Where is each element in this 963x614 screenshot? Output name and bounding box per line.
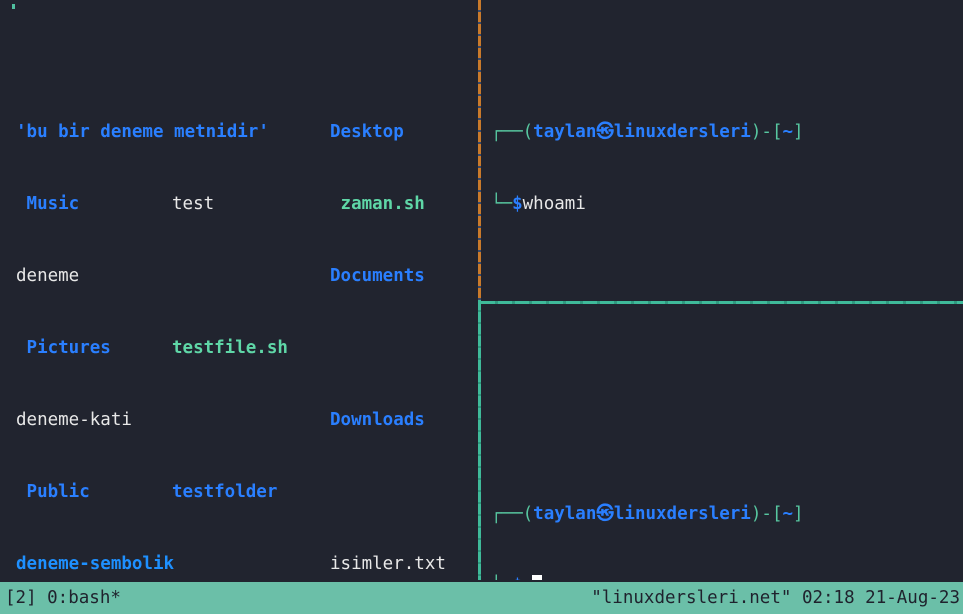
prompt-corner-top: ┌── — [491, 504, 523, 524]
ls-entry[interactable]: deneme-sembolik — [16, 552, 174, 576]
prompt-hostname: linuxdersleri — [613, 122, 751, 142]
prompt-username: taylan — [533, 504, 597, 524]
prompt-path-close: ] — [793, 122, 804, 142]
prompt-username: taylan — [533, 122, 597, 142]
shell-prompt: ┌──(taylan㉿linuxdersleri)-[~] └─$ — [485, 454, 963, 580]
ls-entry[interactable]: Documents — [330, 264, 425, 288]
tmux-status-right: "linuxdersleri.net" 02:18 21-Aug-23 — [591, 588, 960, 608]
ls-entry[interactable]: Downloads — [330, 408, 425, 432]
ls-row: deneme-sembolik isimler.txt — [0, 552, 474, 576]
ls-entry[interactable]: Music — [16, 192, 80, 216]
pane-top-right-whoami[interactable]: ┌──(taylan㉿linuxdersleri)-[~] └─$whoami … — [485, 0, 963, 296]
prompt-path-close: ] — [793, 504, 804, 524]
tmux-status-left[interactable]: [2] 0:bash* — [0, 582, 121, 614]
prompt-bottom-line: └─$whoami — [485, 192, 963, 216]
prompt-top-line: ┌──(taylan㉿linuxdersleri)-[~] — [485, 502, 963, 526]
ls-row: Pictures testfile.sh — [0, 336, 474, 360]
ls-entry[interactable]: testfile.sh — [172, 336, 288, 360]
ls-output: 'bu bir deneme metnidir' Desktop Music t… — [0, 72, 474, 580]
ls-entry[interactable]: Public — [16, 480, 90, 504]
ls-entry[interactable]: deneme-kati — [16, 408, 132, 432]
ls-entry[interactable]: Desktop — [330, 120, 404, 144]
prompt-top-line: ┌──(taylan㉿linuxdersleri)-[~] — [485, 120, 963, 144]
prompt-hostname: linuxdersleri — [613, 504, 751, 524]
prompt-path: ~ — [782, 122, 794, 142]
ls-entry[interactable]: testfolder — [172, 480, 277, 504]
pane-left-ls[interactable]: 'bu bir deneme metnidir' Desktop Music t… — [0, 0, 474, 580]
prompt-open-paren: ( — [522, 122, 534, 142]
text-cursor — [531, 575, 542, 580]
ls-row: Music test zaman.sh — [0, 192, 474, 216]
prompt-bottom-line: └─$ — [485, 574, 963, 580]
pane-separator-vertical-lower[interactable] — [478, 300, 481, 580]
ls-row: Public testfolder — [0, 480, 474, 504]
pane-bottom-right-active[interactable]: ┌──(taylan㉿linuxdersleri)-[~] └─$ — [485, 310, 963, 580]
ls-entry[interactable]: zaman.sh — [330, 192, 425, 216]
prompt-corner-bottom: └─ — [491, 576, 512, 580]
ls-row: deneme Documents — [0, 264, 474, 288]
prompt-dollar: $ — [512, 576, 523, 580]
ls-entry[interactable]: test — [172, 192, 214, 216]
prompt-corner-bottom: └─ — [491, 194, 513, 214]
prompt-close-paren: ) — [750, 504, 762, 524]
prompt-close-paren: ) — [750, 122, 762, 142]
pane-separator-horizontal[interactable] — [481, 301, 963, 304]
ls-entry[interactable]: isimler.txt — [330, 552, 446, 576]
ls-row: deneme-kati Downloads — [0, 408, 474, 432]
kali-dragon-icon: ㉿ — [596, 504, 614, 524]
shell-prompt: ┌──(taylan㉿linuxdersleri)-[~] └─$whoami — [485, 72, 963, 264]
prompt-open-paren: ( — [522, 504, 534, 524]
prompt-corner-top: ┌── — [491, 122, 523, 142]
kali-dragon-icon: ㉿ — [596, 122, 614, 142]
ls-row: 'bu bir deneme metnidir' Desktop — [0, 120, 474, 144]
command-input[interactable]: whoami — [523, 194, 586, 214]
prompt-dollar: $ — [512, 194, 523, 214]
prompt-dash: - — [761, 504, 772, 524]
prompt-path-open: [ — [771, 122, 783, 142]
tmux-status-bar[interactable]: [2] 0:bash* "linuxdersleri.net" 02:18 21… — [0, 582, 963, 614]
prompt-path-open: [ — [771, 504, 783, 524]
terminal-window: 'bu bir deneme metnidir' Desktop Music t… — [0, 0, 963, 614]
prompt-path: ~ — [782, 504, 794, 524]
prompt-dash: - — [761, 122, 772, 142]
ls-entry[interactable]: Pictures — [16, 336, 111, 360]
pane-separator-vertical-upper[interactable] — [478, 0, 481, 300]
render-artifact — [12, 4, 15, 9]
ls-entry[interactable]: 'bu bir deneme metnidir' — [16, 120, 269, 144]
ls-entry[interactable]: deneme — [16, 264, 79, 288]
